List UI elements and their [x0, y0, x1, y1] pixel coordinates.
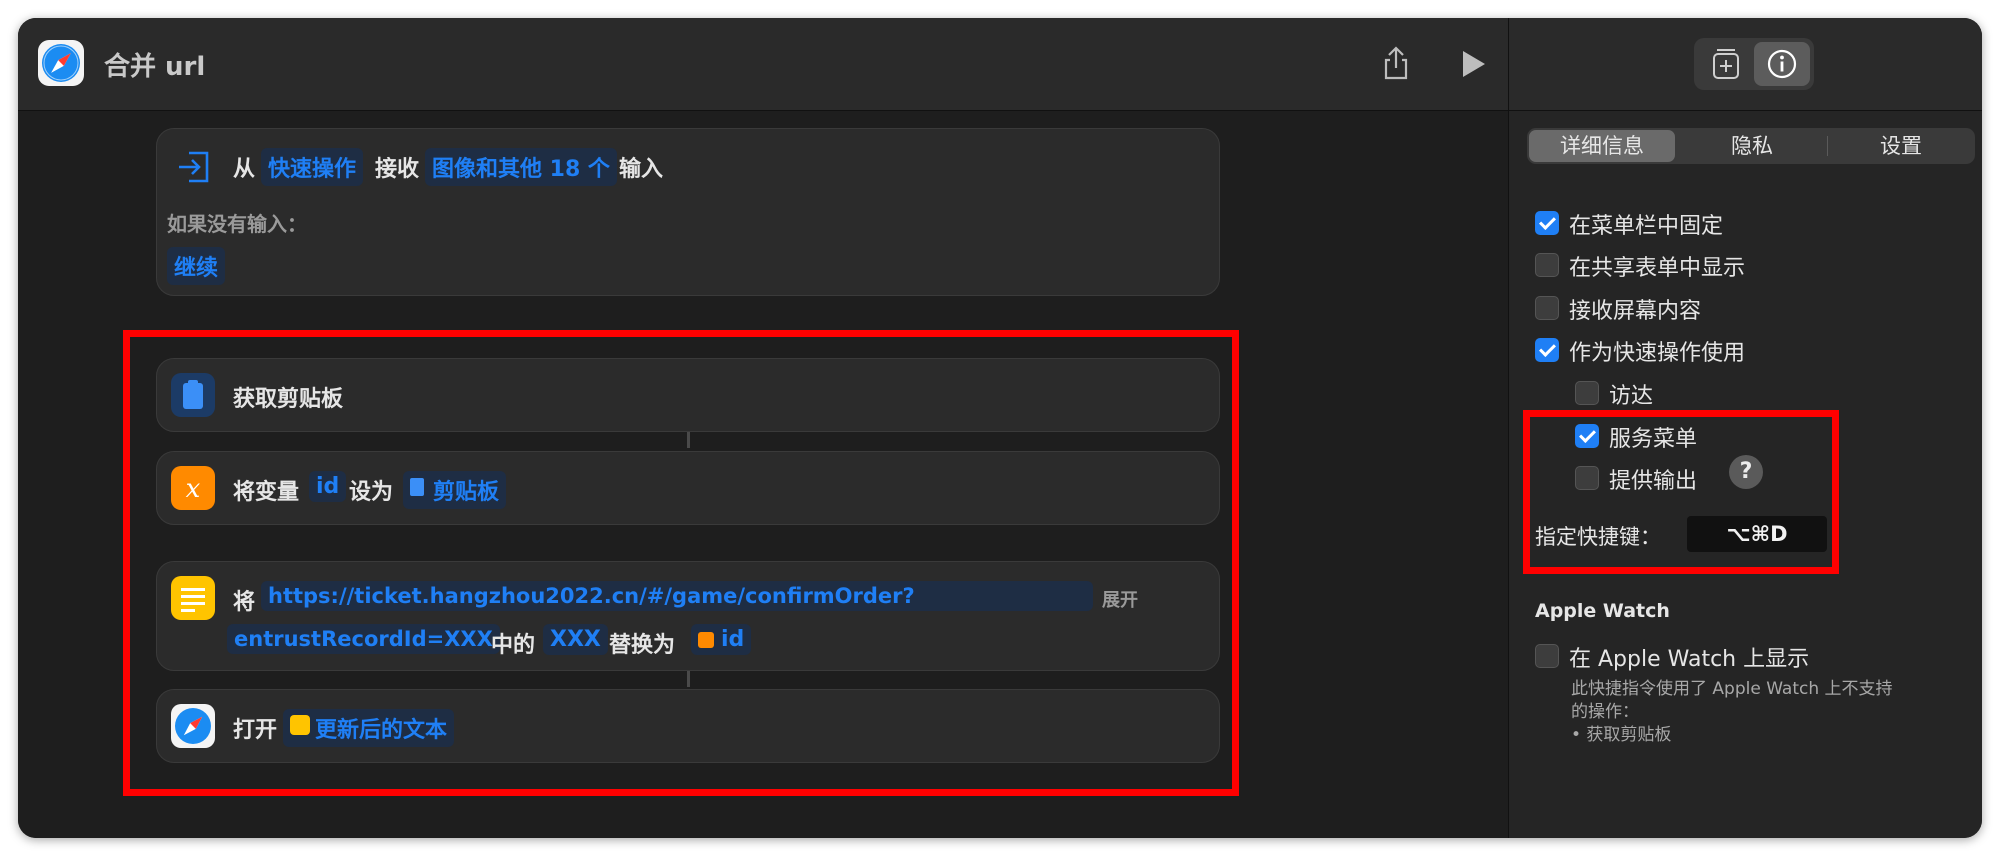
url-token-continued[interactable]: entrustRecordId=XXX	[227, 624, 500, 654]
shortcut-field[interactable]: ⌥⌘D	[1687, 516, 1827, 552]
titlebar: 合并 url	[18, 18, 1508, 111]
option-label: 在共享表单中显示	[1569, 256, 1746, 281]
variable-icon: x	[171, 466, 215, 510]
shortcut-label: 指定快捷键：	[1535, 525, 1661, 549]
find-token[interactable]: XXX	[543, 624, 608, 655]
from-label: 从	[233, 157, 256, 182]
option-label: 作为快速操作使用	[1569, 341, 1746, 366]
get-clipboard-title: 获取剪贴板	[233, 387, 344, 412]
updated-text-token[interactable]: 更新后的文本	[283, 709, 455, 747]
inspector-switcher	[1694, 38, 1814, 90]
tab-settings[interactable]: 设置	[1829, 130, 1973, 162]
apple-watch-heading: Apple Watch	[1535, 600, 1670, 622]
replace-with-label: 替换为	[609, 633, 676, 658]
apple-watch-note: 此快捷指令使用了 Apple Watch 上不支持	[1571, 679, 1893, 699]
action-canvas: 从 快速操作 接收 图像和其他 18 个 输入 如果没有输入： 继续 获取剪贴板…	[18, 110, 1508, 838]
fallback-token[interactable]: 继续	[167, 247, 226, 285]
updated-text-label: 更新后的文本	[315, 718, 448, 743]
receive-input-icon	[175, 147, 215, 187]
url-token[interactable]: https://ticket.hangzhou2022.cn/#/game/co…	[261, 581, 1093, 611]
receive-label: 接收	[375, 157, 420, 182]
replacement-label: id	[721, 627, 745, 652]
apple-watch-note: 的操作：	[1571, 702, 1639, 722]
tab-divider	[1827, 136, 1828, 156]
checkbox[interactable]	[1575, 466, 1599, 490]
checkbox[interactable]	[1535, 338, 1559, 362]
input-types-token[interactable]: 图像和其他 18 个	[425, 148, 617, 186]
info-icon[interactable]	[1754, 42, 1810, 86]
replace-prefix: 将	[233, 590, 256, 615]
expand-button[interactable]: 展开	[1102, 586, 1138, 612]
action-library-icon[interactable]	[1698, 42, 1754, 86]
get-clipboard-card[interactable]: 获取剪贴板	[156, 358, 1220, 432]
receive-input-card[interactable]: 从 快速操作 接收 图像和其他 18 个 输入 如果没有输入： 继续	[156, 128, 1220, 296]
set-variable-prefix: 将变量	[233, 480, 300, 505]
clipboard-icon	[171, 373, 215, 417]
editor-pane: 合并 url 从 快速操作 接收 图像和其他 18 个 输入 如果没有输入： 继…	[18, 18, 1508, 838]
help-button[interactable]: ?	[1729, 455, 1763, 489]
checkbox[interactable]	[1535, 296, 1559, 320]
inspector-tabs: 详细信息 隐私 设置	[1527, 128, 1975, 164]
connector	[687, 432, 690, 448]
apple-watch-note: • 获取剪贴板	[1571, 725, 1672, 745]
option-label: 接收屏幕内容	[1569, 299, 1702, 324]
source-token[interactable]: 快速操作	[261, 148, 364, 186]
clipboard-icon	[410, 478, 424, 496]
clipboard-value-label: 剪贴板	[433, 480, 500, 505]
inspector-toolbar	[1509, 18, 1982, 111]
safari-icon[interactable]	[38, 40, 84, 86]
shortcuts-window: 合并 url 从 快速操作 接收 图像和其他 18 个 输入 如果没有输入： 继…	[18, 18, 1982, 838]
set-to-label: 设为	[349, 480, 394, 505]
variable-name-token[interactable]: id	[309, 471, 347, 502]
checkbox[interactable]	[1575, 424, 1599, 448]
share-icon[interactable]	[1376, 44, 1416, 84]
checkbox[interactable]	[1535, 644, 1559, 668]
inspector-pane: 详细信息 隐私 设置 在菜单栏中固定 在共享表单中显示 接收屏幕内容 作为快速操…	[1508, 18, 1982, 838]
text-icon	[171, 576, 215, 620]
open-prefix: 打开	[233, 718, 278, 743]
option-label: 在 Apple Watch 上显示	[1569, 647, 1810, 672]
svg-text:x: x	[186, 474, 201, 504]
no-input-label: 如果没有输入：	[167, 212, 307, 236]
option-label: 在菜单栏中固定	[1569, 214, 1724, 239]
option-label: 访达	[1609, 384, 1654, 409]
open-url-card[interactable]: 打开 更新后的文本	[156, 689, 1220, 763]
play-icon[interactable]	[1452, 44, 1492, 84]
variable-icon	[698, 632, 714, 648]
connector	[687, 671, 690, 687]
option-label: 服务菜单	[1609, 427, 1698, 452]
input-label: 输入	[619, 157, 664, 182]
checkbox[interactable]	[1535, 211, 1559, 235]
in-label: 中的	[491, 633, 536, 658]
safari-icon	[171, 704, 215, 748]
text-icon	[290, 715, 310, 735]
replacement-token[interactable]: id	[691, 624, 752, 655]
option-label: 提供输出	[1609, 469, 1698, 494]
checkbox[interactable]	[1575, 381, 1599, 405]
checkbox[interactable]	[1535, 253, 1559, 277]
replace-text-card[interactable]: 将 https://ticket.hangzhou2022.cn/#/game/…	[156, 561, 1220, 671]
shortcut-title[interactable]: 合并 url	[104, 46, 205, 83]
set-variable-card[interactable]: x 将变量 id 设为 剪贴板	[156, 451, 1220, 525]
tab-privacy[interactable]: 隐私	[1679, 130, 1825, 162]
clipboard-value-token[interactable]: 剪贴板	[403, 471, 507, 509]
tab-details[interactable]: 详细信息	[1529, 130, 1675, 162]
